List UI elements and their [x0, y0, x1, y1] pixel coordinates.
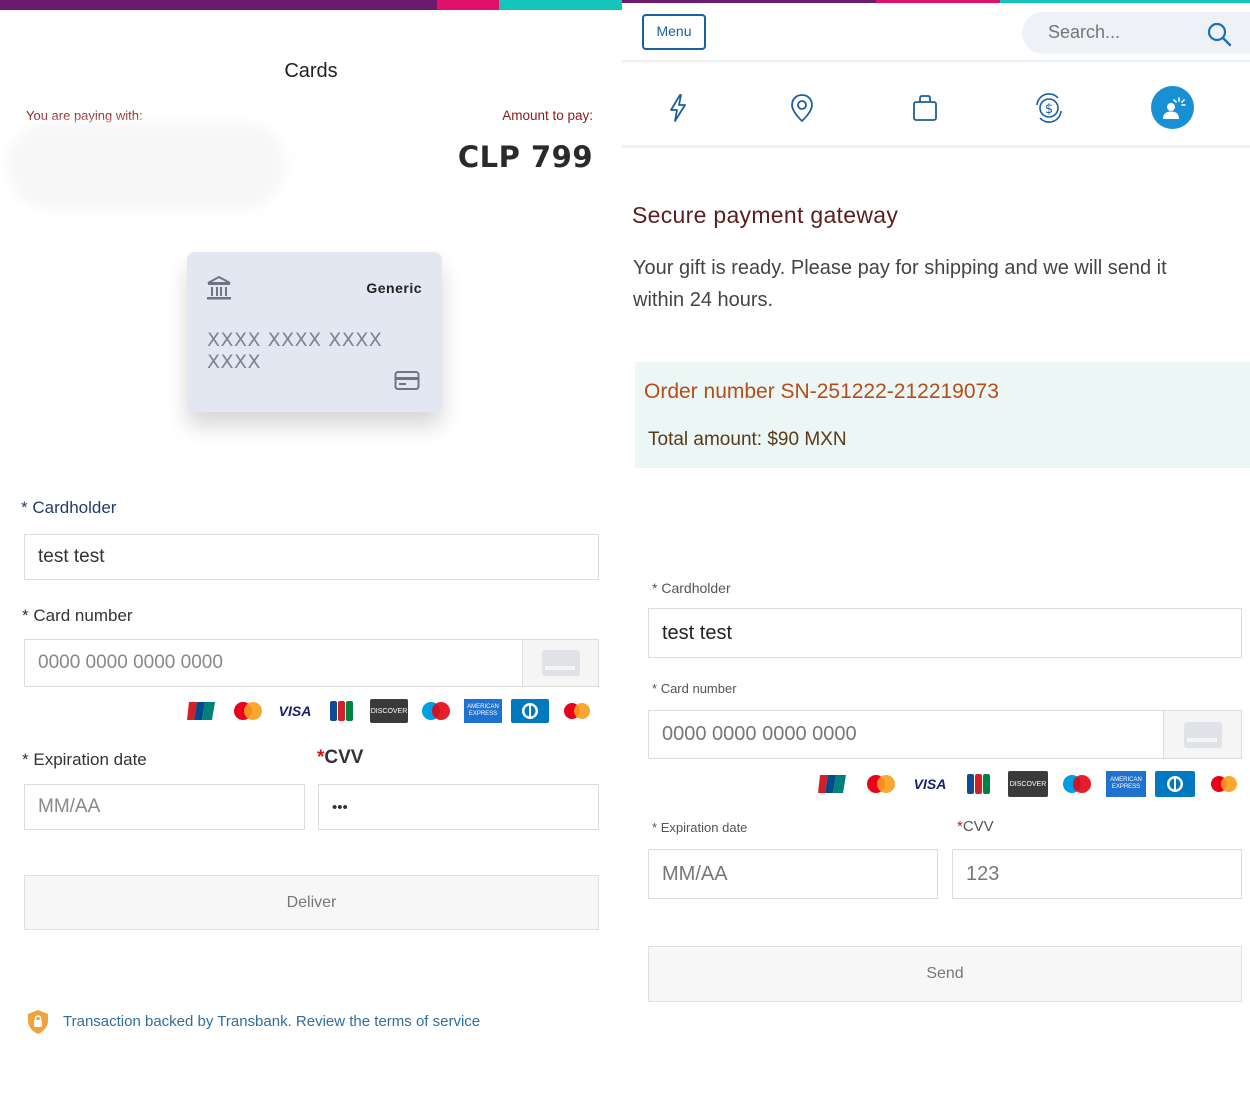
search-input[interactable]: [1048, 22, 1198, 43]
american-express-logo: AMERICAN EXPRESS: [464, 699, 502, 723]
card-number-preview: XXXX XXXX XXXX XXXX: [207, 329, 383, 373]
bank-icon: [207, 275, 231, 300]
cvv-label: *CVV: [317, 747, 364, 768]
cvv-label: *CVV: [957, 818, 994, 835]
shopping-bag-icon: [913, 95, 937, 121]
card-brand-logos: VISA DISCOVER AMERICAN EXPRESS: [812, 771, 1244, 797]
required-mark: *: [21, 498, 28, 517]
discover-logo: DISCOVER: [1008, 771, 1048, 797]
top-color-bar-pink: [876, 0, 1000, 3]
mastercard-logo: [229, 699, 267, 723]
american-express-logo: AMERICAN EXPRESS: [1106, 771, 1146, 797]
svg-text:$: $: [1045, 102, 1053, 117]
top-color-bar-teal: [1000, 0, 1250, 3]
total-amount: Total amount: $90 MXN: [648, 429, 847, 450]
visa-logo: VISA: [278, 703, 312, 719]
discover-logo: DISCOVER: [370, 699, 408, 723]
jcb-logo: [959, 771, 999, 797]
card-number-input[interactable]: 0000 0000 0000 0000: [24, 639, 599, 687]
credit-card-icon: [394, 371, 420, 390]
mastercard-logo-2: [558, 699, 596, 723]
order-summary-box: Order number SN-251222-212219073 Total a…: [635, 362, 1250, 468]
visa-logo: VISA: [913, 776, 947, 792]
card-number-label: * Card number: [652, 681, 737, 696]
paying-with-label: You are paying with:: [26, 108, 143, 123]
icon-nav-bar: $: [622, 72, 1250, 148]
blurred-merchant-area: [6, 122, 286, 210]
nav-bolt[interactable]: [656, 86, 700, 130]
search-bar: [1022, 12, 1250, 54]
expiration-label: * Expiration date: [22, 750, 147, 769]
maestro-logo: [417, 699, 455, 723]
gift-description: Your gift is ready. Please pay for shipp…: [633, 257, 1167, 311]
menu-button[interactable]: Menu: [642, 14, 706, 50]
diners-club-logo: [1155, 771, 1195, 797]
top-color-bar-purple: [622, 0, 876, 3]
nav-shopping[interactable]: [903, 86, 947, 130]
right-payment-panel: Menu $: [622, 0, 1250, 1102]
cvv-input[interactable]: •••: [318, 784, 599, 830]
top-color-bar-teal: [499, 0, 622, 10]
card-type-indicator: [522, 640, 598, 686]
unionpay-logo: [812, 771, 852, 797]
top-color-bar-purple: [0, 0, 437, 10]
bolt-icon: [670, 94, 686, 122]
page-title: Cards: [284, 60, 338, 82]
diners-club-logo: [511, 699, 549, 723]
top-color-bar-pink: [437, 0, 499, 10]
card-brand-label: Generic: [366, 280, 422, 296]
expiration-label: * Expiration date: [652, 820, 748, 835]
gateway-title: Secure payment gateway: [632, 202, 899, 228]
cardholder-input[interactable]: test test: [24, 534, 599, 580]
nav-currency[interactable]: $: [1027, 86, 1071, 130]
send-button[interactable]: Send: [648, 946, 1242, 1002]
cardholder-label: * Cardholder: [21, 498, 117, 517]
card-number-input[interactable]: 0000 0000 0000 0000: [648, 710, 1242, 759]
nav-support-active[interactable]: [1151, 86, 1194, 129]
search-icon[interactable]: [1206, 21, 1232, 47]
card-placeholder-icon: [541, 650, 580, 676]
amount-value: CLP 799: [457, 140, 593, 174]
card-preview: Generic XXXX XXXX XXXX XXXX: [187, 252, 442, 412]
card-type-indicator: [1163, 711, 1241, 758]
unionpay-logo: [182, 699, 220, 723]
maestro-logo: [1057, 771, 1097, 797]
shield-lock-icon: [28, 1010, 48, 1034]
mastercard-logo-2: [1204, 771, 1244, 797]
left-payment-panel: Cards You are paying with: Amount to pay…: [0, 0, 622, 1102]
location-pin-icon: [791, 94, 813, 123]
order-number: Order number SN-251222-212219073: [644, 380, 999, 403]
jcb-logo: [323, 699, 361, 723]
nav-location[interactable]: [780, 86, 824, 130]
cvv-input[interactable]: 123: [952, 849, 1242, 899]
cardholder-input[interactable]: test test: [648, 608, 1242, 658]
card-placeholder-icon: [1183, 721, 1222, 748]
transbank-terms-link[interactable]: Transaction backed by Transbank. Review …: [63, 1013, 480, 1030]
amount-label: Amount to pay:: [502, 108, 593, 123]
header-divider: [622, 60, 1250, 64]
expiration-input[interactable]: MM/AA: [648, 849, 938, 899]
support-person-icon: [1162, 96, 1186, 119]
currency-exchange-icon: $: [1036, 93, 1062, 123]
deliver-button[interactable]: Deliver: [24, 875, 599, 930]
card-brand-logos: VISA DISCOVER AMERICAN EXPRESS: [182, 699, 596, 723]
mastercard-logo: [861, 771, 901, 797]
expiration-input[interactable]: MM/AA: [24, 784, 305, 830]
cardholder-label: * Cardholder: [652, 580, 731, 596]
card-number-label: * Card number: [22, 606, 133, 625]
